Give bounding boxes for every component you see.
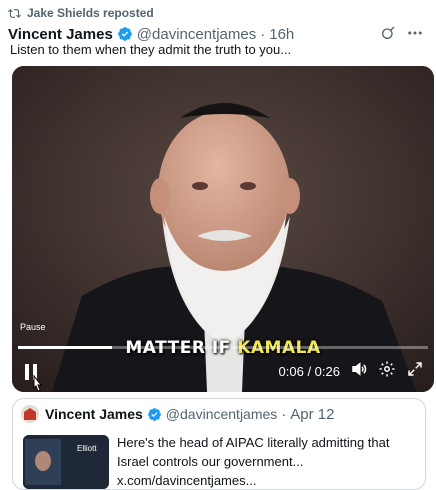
verified-badge-icon — [117, 26, 133, 42]
quoted-date[interactable]: Apr 12 — [290, 406, 334, 423]
separator-dot: · — [260, 25, 266, 43]
repost-icon — [8, 8, 21, 18]
video-progress-bar[interactable] — [18, 346, 428, 349]
video-time: 0:06 / 0:26 — [278, 364, 340, 379]
quoted-video-thumbnail[interactable]: Elliott — [23, 435, 109, 489]
fullscreen-icon[interactable] — [406, 360, 424, 383]
tweet-text: Listen to them when they admit the truth… — [10, 42, 292, 57]
avatar[interactable] — [21, 405, 39, 423]
tweet-time[interactable]: 16h — [269, 26, 294, 43]
quoted-header: Vincent James @davincentjames · Apr 12 — [21, 405, 335, 423]
gear-icon[interactable] — [378, 360, 396, 383]
repost-label[interactable]: Jake Shields reposted — [27, 6, 154, 20]
author-handle[interactable]: @davincentjames — [137, 26, 256, 43]
video-controls: 0:06 / 0:26 — [12, 358, 434, 388]
pause-tooltip: Pause — [20, 322, 46, 332]
quoted-thumb-text: Elliott — [77, 444, 97, 453]
mouse-cursor-icon — [33, 374, 43, 392]
repost-line: Jake Shields reposted — [8, 6, 154, 20]
verified-badge-icon — [147, 407, 162, 422]
quoted-author-name[interactable]: Vincent James — [45, 406, 143, 422]
video-progress-fill — [18, 346, 113, 349]
separator-dot: · — [281, 405, 287, 423]
quoted-handle[interactable]: @davincentjames — [166, 406, 278, 422]
tweet-header: Vincent James @davincentjames · 16h — [8, 24, 428, 44]
video-player[interactable]: Pause MATTER IF KAMALA 0:06 / 0:26 — [12, 66, 434, 392]
quoted-text: Here's the head of AIPAC literally admit… — [117, 435, 390, 488]
volume-icon[interactable] — [350, 360, 368, 383]
author-name[interactable]: Vincent James — [8, 26, 113, 43]
quoted-tweet[interactable]: Vincent James @davincentjames · Apr 12 E… — [12, 398, 426, 490]
